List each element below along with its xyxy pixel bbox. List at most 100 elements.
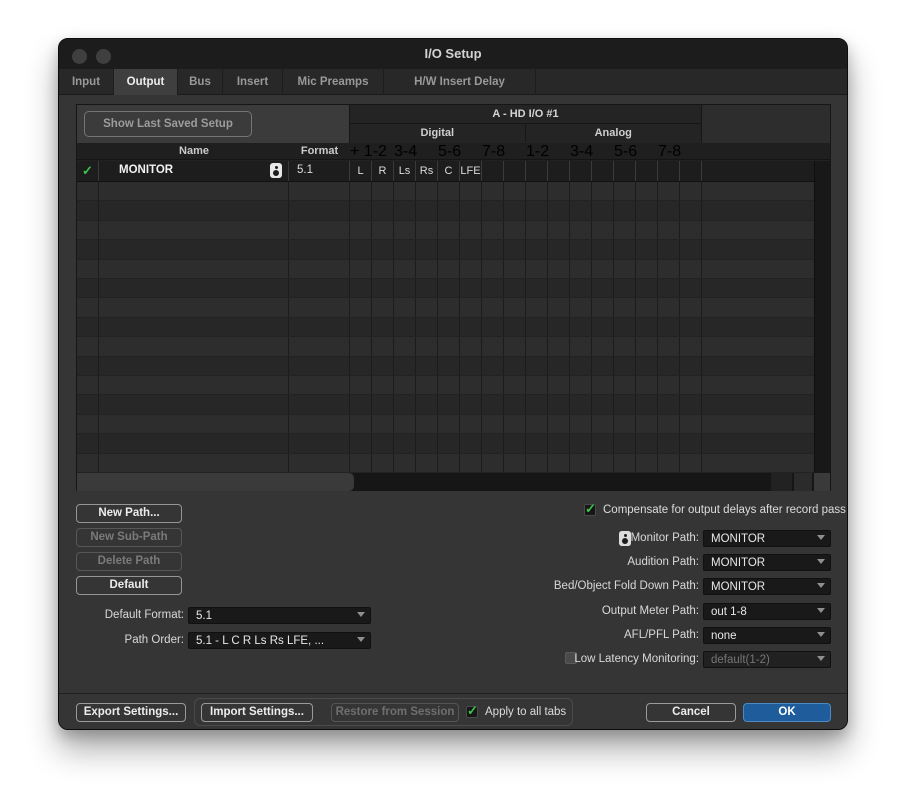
channel-assignment-cell[interactable] xyxy=(636,182,658,200)
channel-assignment-cell[interactable] xyxy=(548,221,570,239)
channel-assignment-cell[interactable] xyxy=(680,201,702,219)
channel-assignment-cell[interactable] xyxy=(350,415,372,433)
channel-assignment-cell[interactable] xyxy=(658,395,680,413)
path-name-cell[interactable] xyxy=(99,182,289,200)
channel-assignment-cell[interactable] xyxy=(416,201,438,219)
channel-assignment-cell[interactable] xyxy=(614,182,636,200)
channel-assignment-cell[interactable] xyxy=(482,318,504,336)
channel-assignment-cell[interactable] xyxy=(658,182,680,200)
channel-assignment-cell[interactable]: Ls xyxy=(394,161,416,181)
channel-assignment-cell[interactable] xyxy=(372,357,394,375)
channel-assignment-cell[interactable] xyxy=(504,279,526,297)
channel-assignment-cell[interactable] xyxy=(592,221,614,239)
vertical-scrollbar[interactable] xyxy=(814,161,830,473)
channel-assignment-cell[interactable] xyxy=(658,279,680,297)
path-name-cell[interactable] xyxy=(99,376,289,394)
channel-assignment-cell[interactable] xyxy=(416,279,438,297)
path-name-cell[interactable] xyxy=(99,279,289,297)
channel-pair-header[interactable]: 7-8 xyxy=(658,143,702,159)
channel-assignment-cell[interactable] xyxy=(680,454,702,472)
path-format-cell[interactable] xyxy=(289,357,350,375)
channel-assignment-cell[interactable] xyxy=(504,337,526,355)
path-name-cell[interactable] xyxy=(99,415,289,433)
channel-assignment-cell[interactable] xyxy=(504,454,526,472)
channel-assignment-cell[interactable] xyxy=(482,201,504,219)
channel-assignment-cell[interactable] xyxy=(482,337,504,355)
channel-assignment-cell[interactable] xyxy=(460,357,482,375)
channel-assignment-cell[interactable] xyxy=(460,201,482,219)
path-format-cell[interactable] xyxy=(289,434,350,452)
channel-assignment-cell[interactable] xyxy=(636,240,658,258)
audition-path-dropdown[interactable]: MONITOR xyxy=(703,554,831,571)
tab-hw-insert-delay[interactable]: H/W Insert Delay xyxy=(384,69,536,95)
channel-assignment-cell[interactable] xyxy=(350,182,372,200)
channel-assignment-cell[interactable] xyxy=(658,240,680,258)
channel-assignment-cell[interactable] xyxy=(592,376,614,394)
channel-assignment-cell[interactable] xyxy=(372,221,394,239)
channel-assignment-cell[interactable] xyxy=(526,161,548,181)
channel-assignment-cell[interactable] xyxy=(504,201,526,219)
channel-assignment-cell[interactable] xyxy=(394,240,416,258)
channel-assignment-cell[interactable] xyxy=(658,376,680,394)
channel-assignment-cell[interactable] xyxy=(636,357,658,375)
channel-assignment-cell[interactable] xyxy=(394,201,416,219)
channel-assignment-cell[interactable] xyxy=(658,298,680,316)
channel-pair-header[interactable]: 3-4 xyxy=(394,143,438,159)
channel-assignment-cell[interactable] xyxy=(680,376,702,394)
channel-assignment-cell[interactable] xyxy=(482,161,504,181)
channel-assignment-cell[interactable] xyxy=(350,318,372,336)
path-name-cell[interactable] xyxy=(99,454,289,472)
channel-assignment-cell[interactable] xyxy=(438,182,460,200)
channel-assignment-cell[interactable] xyxy=(526,318,548,336)
channel-assignment-cell[interactable] xyxy=(570,395,592,413)
channel-assignment-cell[interactable] xyxy=(394,221,416,239)
channel-assignment-cell[interactable] xyxy=(570,376,592,394)
channel-assignment-cell[interactable] xyxy=(614,376,636,394)
path-active-cell[interactable] xyxy=(77,182,99,200)
channel-assignment-cell[interactable] xyxy=(526,240,548,258)
path-name-cell[interactable] xyxy=(99,337,289,355)
horizontal-scrollbar-thumb[interactable] xyxy=(77,473,354,491)
channel-assignment-cell[interactable] xyxy=(570,279,592,297)
channel-assignment-cell[interactable] xyxy=(592,454,614,472)
afl-pfl-path-dropdown[interactable]: none xyxy=(703,627,831,644)
channel-assignment-cell[interactable] xyxy=(570,240,592,258)
bed-object-fold-down-path-dropdown[interactable]: MONITOR xyxy=(703,578,831,595)
channel-assignment-cell[interactable] xyxy=(482,221,504,239)
channel-assignment-cell[interactable] xyxy=(680,182,702,200)
path-active-cell[interactable] xyxy=(77,357,99,375)
channel-assignment-cell[interactable] xyxy=(636,161,658,181)
window-minimize-icon[interactable] xyxy=(96,49,111,64)
channel-assignment-cell[interactable] xyxy=(570,182,592,200)
channel-assignment-cell[interactable] xyxy=(438,260,460,278)
channel-pair-header[interactable]: 5-6 xyxy=(438,143,482,159)
channel-assignment-cell[interactable] xyxy=(614,337,636,355)
channel-assignment-cell[interactable] xyxy=(614,221,636,239)
channel-assignment-cell[interactable] xyxy=(460,395,482,413)
channel-assignment-cell[interactable] xyxy=(570,357,592,375)
channel-assignment-cell[interactable] xyxy=(592,415,614,433)
channel-assignment-cell[interactable] xyxy=(526,434,548,452)
channel-assignment-cell[interactable] xyxy=(372,240,394,258)
channel-assignment-cell[interactable] xyxy=(636,376,658,394)
path-name-cell[interactable] xyxy=(99,201,289,219)
path-format-cell[interactable] xyxy=(289,318,350,336)
path-format-cell[interactable] xyxy=(289,395,350,413)
channel-assignment-cell[interactable] xyxy=(416,376,438,394)
channel-assignment-cell[interactable] xyxy=(482,395,504,413)
channel-assignment-cell[interactable] xyxy=(548,415,570,433)
channel-assignment-cell[interactable] xyxy=(372,260,394,278)
channel-assignment-cell[interactable] xyxy=(372,454,394,472)
channel-assignment-cell[interactable] xyxy=(350,434,372,452)
channel-assignment-cell[interactable] xyxy=(416,415,438,433)
path-format-cell[interactable] xyxy=(289,298,350,316)
path-format-cell[interactable] xyxy=(289,201,350,219)
channel-assignment-cell[interactable] xyxy=(394,395,416,413)
channel-assignment-cell[interactable] xyxy=(504,260,526,278)
channel-assignment-cell[interactable] xyxy=(570,318,592,336)
path-active-cell[interactable] xyxy=(77,434,99,452)
channel-assignment-cell[interactable] xyxy=(680,240,702,258)
default-button[interactable]: Default xyxy=(76,576,182,595)
path-active-cell[interactable] xyxy=(77,376,99,394)
channel-assignment-cell[interactable] xyxy=(636,260,658,278)
